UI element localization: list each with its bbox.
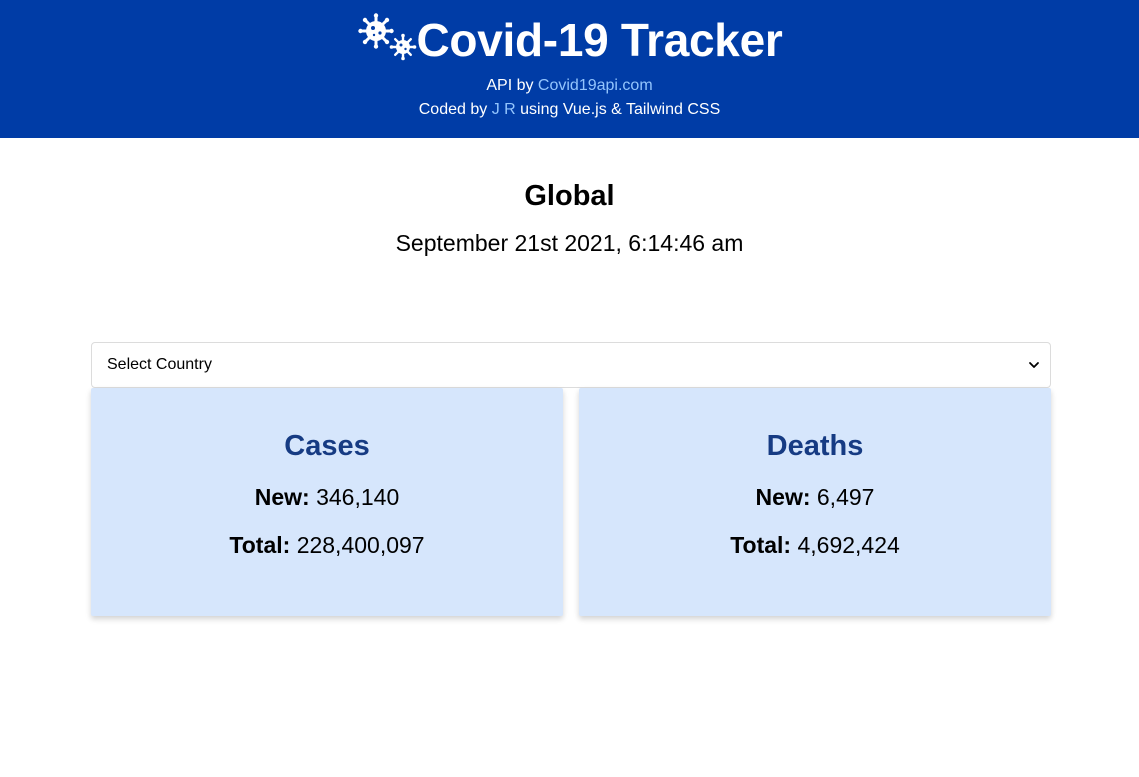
- country-select-value: Select Country: [107, 356, 212, 373]
- cases-new-label: New:: [254, 484, 310, 510]
- author-credit-suffix: using Vue.js & Tailwind CSS: [515, 101, 721, 118]
- deaths-card: Deaths New: 6,497 Total: 4,692,424: [579, 388, 1051, 616]
- virus-icon: [357, 13, 416, 61]
- cases-new: New: 346,140: [91, 482, 563, 512]
- author-credit-prefix: Coded by: [418, 101, 492, 118]
- cases-total-label: Total:: [229, 532, 291, 558]
- app-title: Covid-19 Tracker: [416, 14, 783, 66]
- chevron-down-icon: [1029, 362, 1039, 368]
- deaths-new: New: 6,497: [579, 482, 1051, 512]
- cases-total: Total: 228,400,097: [91, 530, 563, 560]
- deaths-total-value: 4,692,424: [797, 532, 900, 558]
- author-link[interactable]: J R: [492, 101, 516, 118]
- main-content: Global September 21st 2021, 6:14:46 am: [0, 178, 1139, 258]
- stats-cards: Cases New: 346,140 Total: 228,400,097 De…: [91, 388, 1051, 616]
- region-heading: Global: [524, 180, 615, 212]
- api-credit: API by Covid19api.com: [0, 74, 1139, 98]
- cases-total-value: 228,400,097: [296, 532, 425, 558]
- last-updated-datetime: September 21st 2021, 6:14:46 am: [395, 230, 744, 256]
- cases-card: Cases New: 346,140 Total: 228,400,097: [91, 388, 563, 616]
- title-row: Covid-19 Tracker: [0, 12, 1139, 68]
- country-select[interactable]: Select Country: [91, 342, 1051, 388]
- api-link[interactable]: Covid19api.com: [538, 77, 653, 94]
- api-credit-prefix: API by: [486, 77, 538, 94]
- deaths-total: Total: 4,692,424: [579, 530, 1051, 560]
- cases-title: Cases: [284, 430, 370, 462]
- author-credit: Coded by J R using Vue.js & Tailwind CSS: [0, 98, 1139, 122]
- deaths-total-label: Total:: [730, 532, 792, 558]
- cases-new-value: 346,140: [316, 484, 400, 510]
- deaths-title: Deaths: [766, 430, 864, 462]
- deaths-new-value: 6,497: [816, 484, 875, 510]
- site-header: Covid-19 Tracker API by Covid19api.com C…: [0, 0, 1139, 138]
- deaths-new-label: New:: [755, 484, 811, 510]
